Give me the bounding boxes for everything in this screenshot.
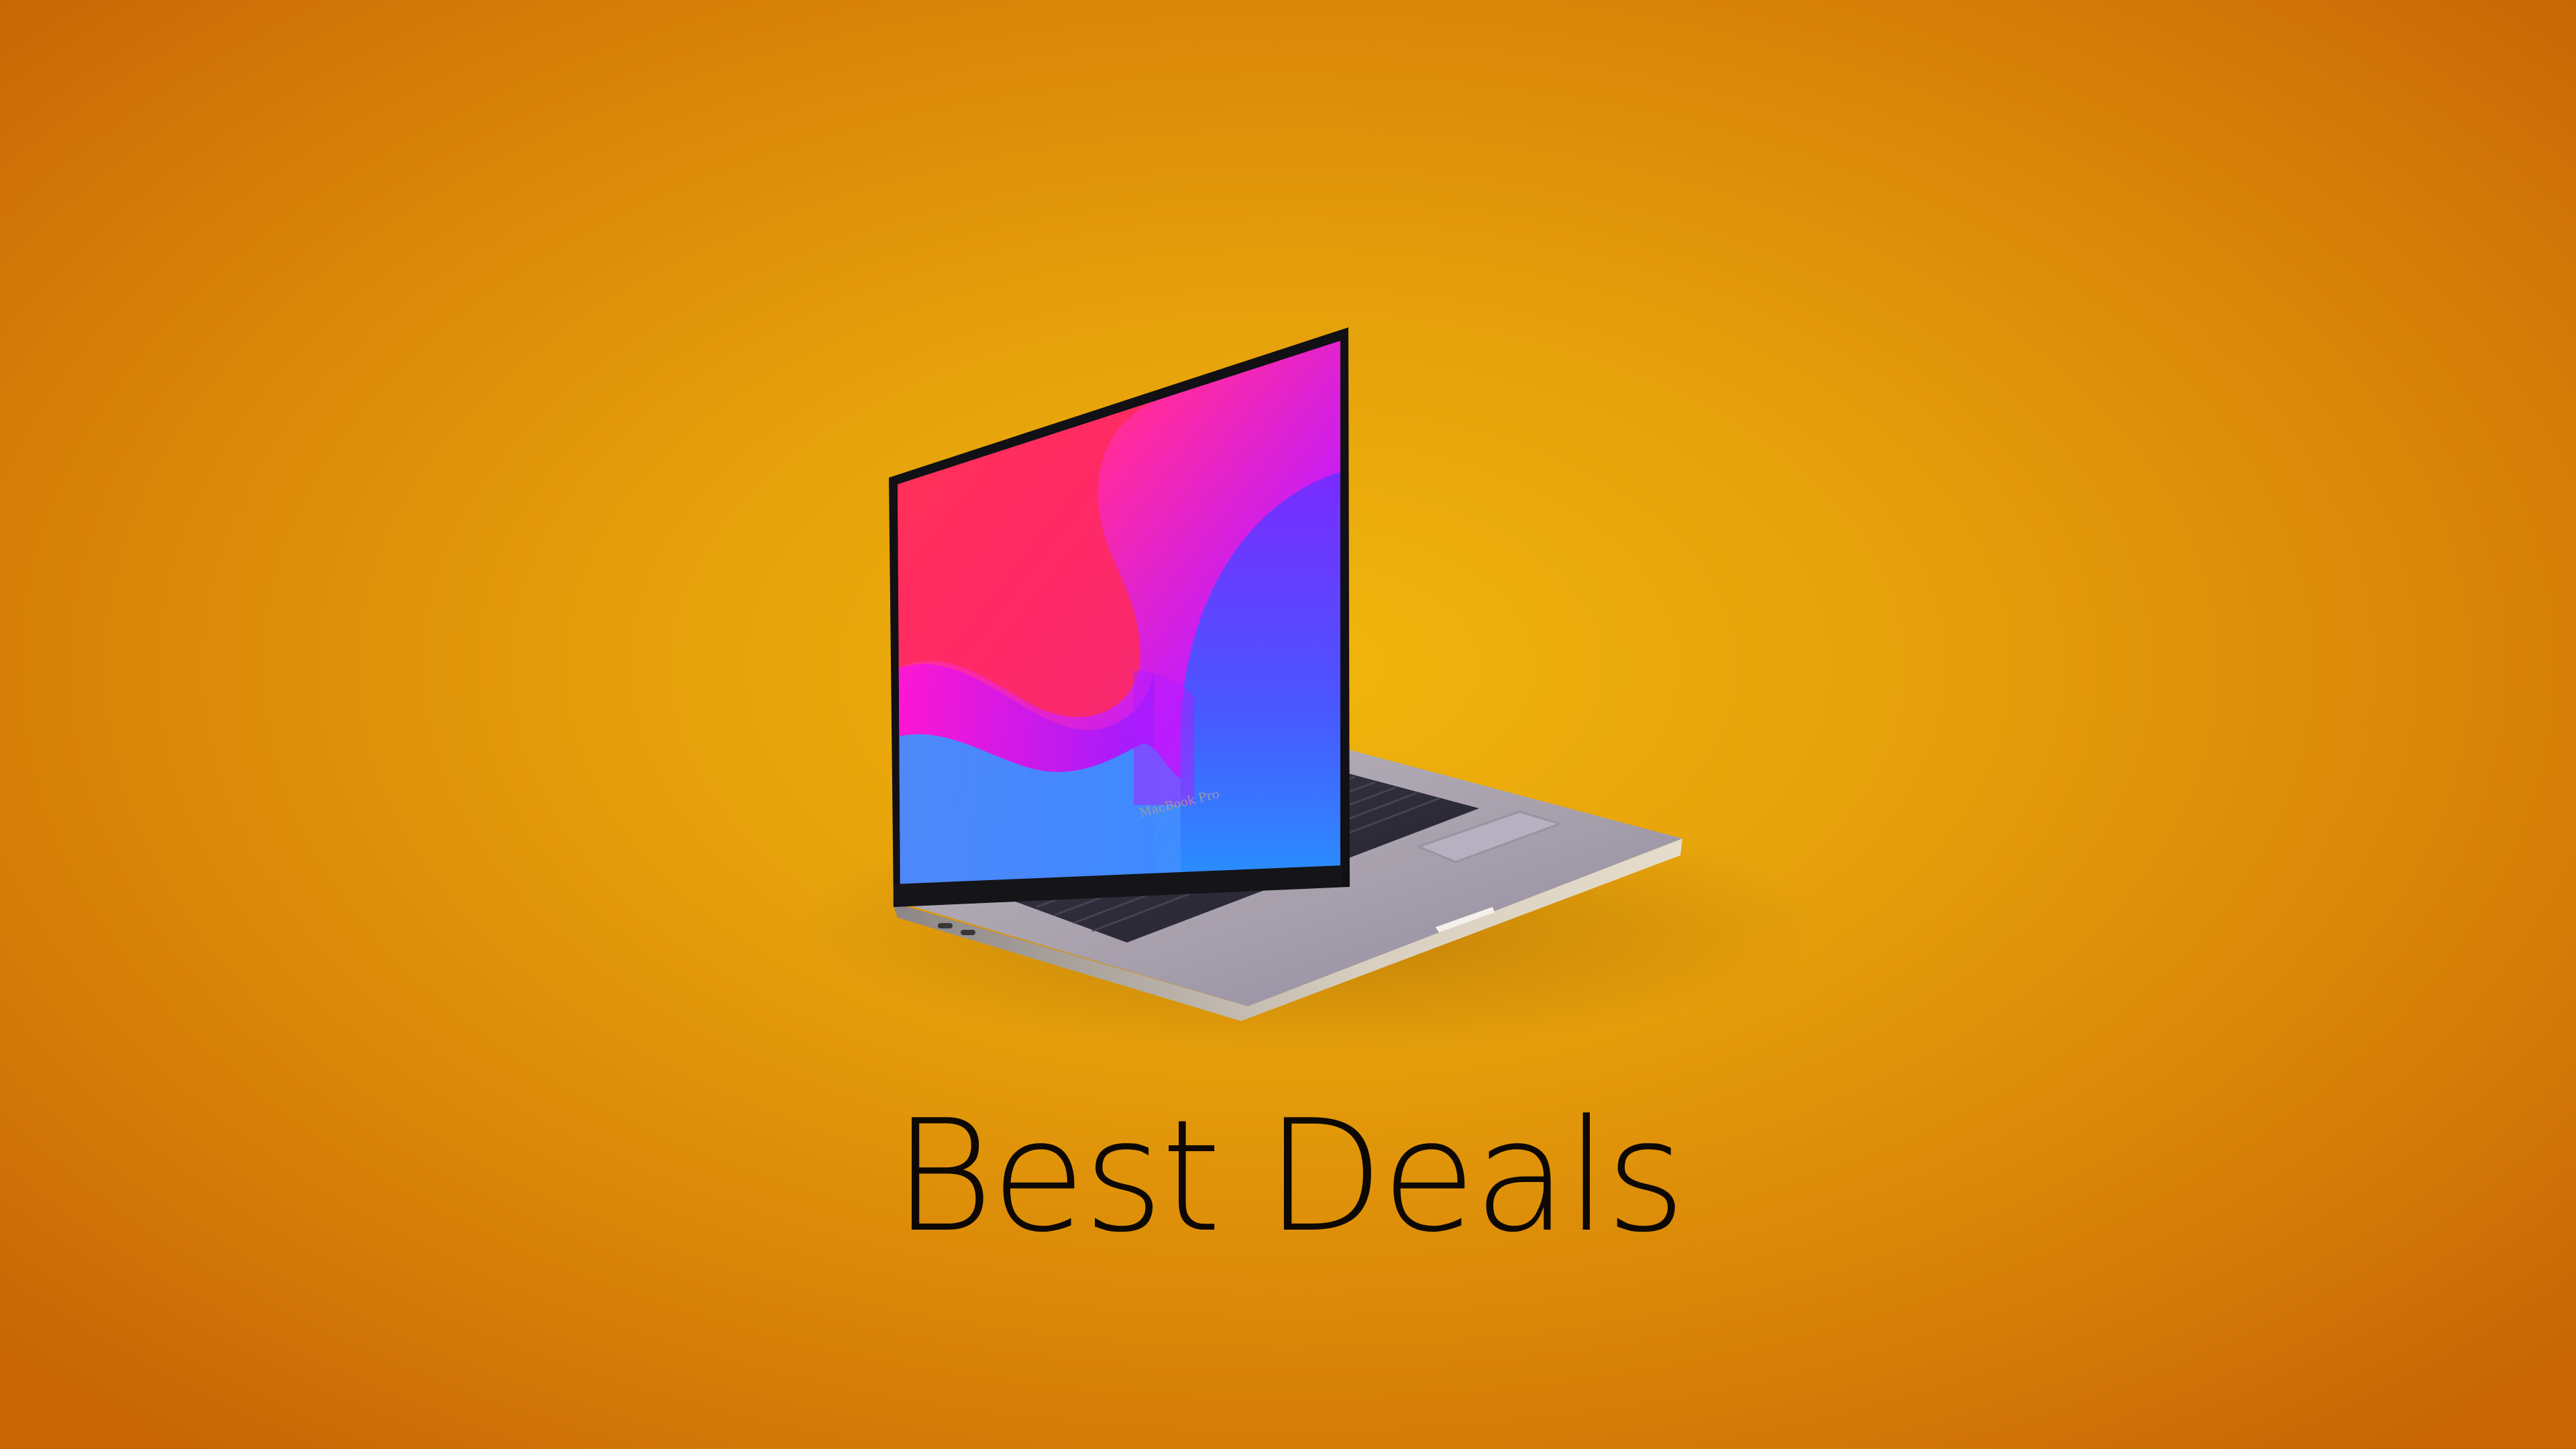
headline: Best Deals: [892, 1087, 1686, 1267]
laptop-screen: [898, 341, 1340, 899]
